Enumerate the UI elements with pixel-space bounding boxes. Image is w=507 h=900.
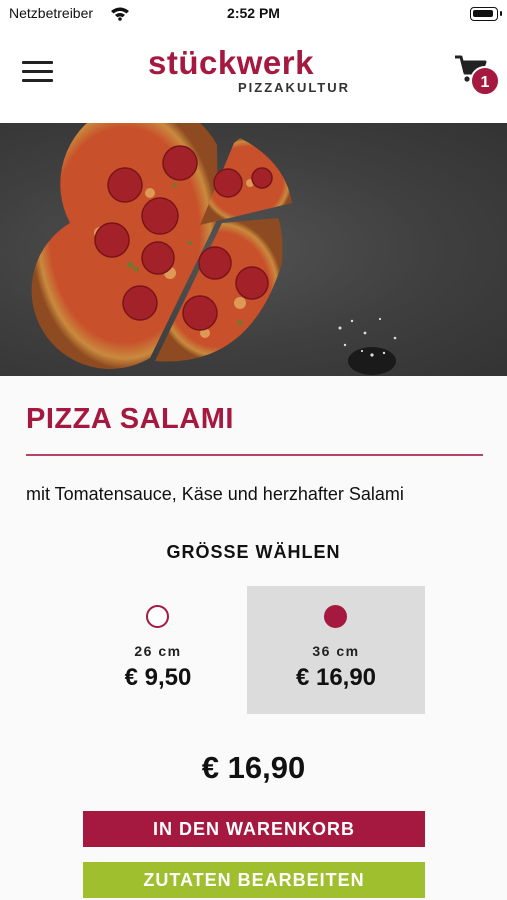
logo-subtitle: PIZZAKULTUR xyxy=(238,80,351,95)
size-price: € 9,50 xyxy=(124,664,192,691)
product-description: mit Tomatensauce, Käse und herzhafter Sa… xyxy=(26,484,404,504)
radio-unselected-icon[interactable] xyxy=(146,605,169,628)
size-selection-heading: GRÖSSE WÄHLEN xyxy=(166,542,341,562)
product-title: PIZZA SALAMI xyxy=(26,403,234,435)
edit-ingredients-button[interactable]: ZUTATEN BEARBEITEN xyxy=(83,862,425,898)
app-header: stückwerk PIZZAKULTUR 1 xyxy=(0,30,507,123)
title-divider xyxy=(26,454,483,456)
add-to-cart-button[interactable]: IN DEN WARENKORB xyxy=(83,811,425,847)
status-bar: Netzbetreiber 2:52 PM xyxy=(0,0,507,30)
logo-wordmark: stückwerk xyxy=(148,44,314,81)
cart-count-badge: 1 xyxy=(470,66,500,96)
size-option-36cm[interactable]: 36 cm € 16,90 xyxy=(247,586,425,714)
size-label: 26 cm xyxy=(134,643,182,659)
size-label: 36 cm xyxy=(312,643,360,659)
status-time: 2:52 PM xyxy=(227,5,280,21)
size-price: € 16,90 xyxy=(295,664,377,691)
cart-button[interactable]: 1 xyxy=(454,54,502,98)
pizza-hero-image xyxy=(0,123,507,376)
battery-icon xyxy=(470,7,502,21)
hamburger-menu-icon[interactable] xyxy=(22,59,54,85)
size-option-26cm[interactable]: 26 cm € 9,50 xyxy=(69,586,247,714)
stueckwerk-logo[interactable]: stückwerk PIZZAKULTUR xyxy=(148,44,360,100)
total-price: € 16,90 xyxy=(201,750,306,785)
radio-selected-icon[interactable] xyxy=(324,605,347,628)
